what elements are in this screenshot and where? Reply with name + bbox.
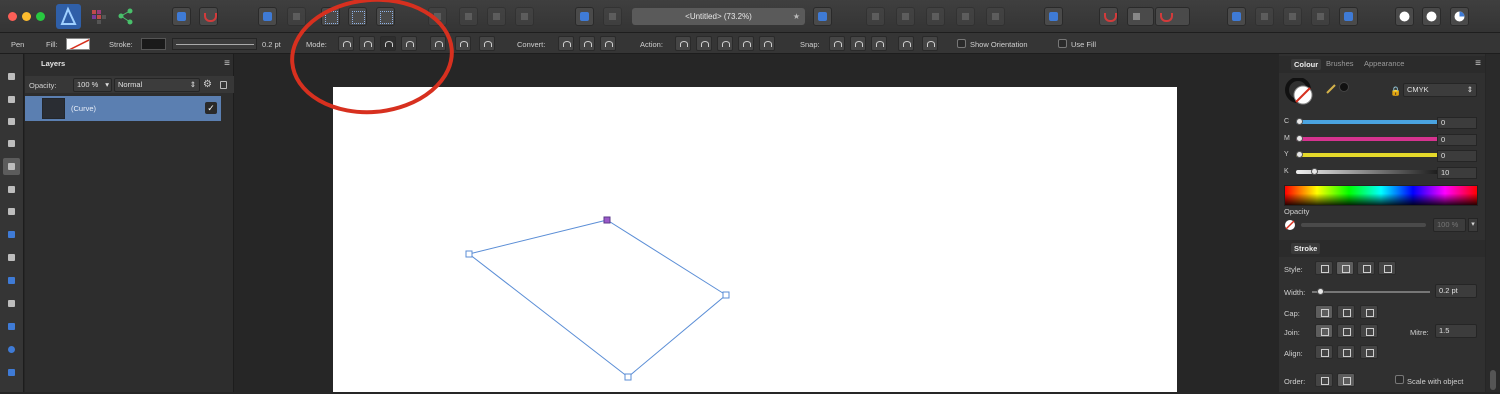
stroke-panel-header: Stroke (1279, 240, 1485, 257)
order-label: Order: (1284, 377, 1306, 386)
mitre-field[interactable]: 1.5 (1435, 324, 1477, 338)
y-label: Y (1284, 151, 1289, 158)
solid-stroke-style-icon[interactable] (1336, 261, 1354, 275)
fill-stroke-selector[interactable] (1285, 77, 1313, 106)
colour-panel-header: Colour Brushes Appearance ≡ (1279, 56, 1485, 73)
colour-model-select[interactable]: CMYK ⇕ (1403, 83, 1477, 97)
lock-icon[interactable]: 🔒 (1390, 86, 1401, 97)
stroke-front-fill-icon[interactable] (1337, 373, 1355, 387)
round-join-icon[interactable] (1337, 324, 1355, 338)
m-slider-knob[interactable] (1296, 135, 1303, 142)
miter-join-icon[interactable] (1315, 324, 1333, 338)
tab-brushes[interactable]: Brushes (1326, 59, 1354, 68)
m-value[interactable]: 0 (1437, 134, 1477, 146)
cap-label: Cap: (1284, 309, 1300, 318)
annotation-overlay (290, 0, 454, 115)
style-label: Style: (1284, 265, 1303, 274)
align-label: Align: (1284, 349, 1303, 358)
no-colour-icon[interactable] (1285, 220, 1295, 230)
bevel-join-icon[interactable] (1360, 324, 1378, 338)
scrollbar-thumb[interactable] (1490, 370, 1496, 390)
k-value[interactable]: 10 (1437, 167, 1477, 179)
opacity-label: Opacity (1284, 207, 1310, 216)
dashed-stroke-style-icon[interactable] (1357, 261, 1375, 275)
width-label: Width: (1284, 288, 1306, 297)
c-slider-knob[interactable] (1296, 118, 1303, 125)
brush-stroke-style-icon[interactable] (1378, 261, 1396, 275)
panel-menu-icon[interactable]: ≡ (1475, 58, 1481, 69)
tab-stroke[interactable]: Stroke (1291, 243, 1321, 254)
c-slider[interactable] (1296, 118, 1446, 125)
y-value[interactable]: 0 (1437, 150, 1477, 162)
stroke-width-field[interactable]: 0.2 pt (1435, 284, 1477, 298)
no-stroke-style-icon[interactable] (1315, 261, 1333, 275)
colour-opacity-field[interactable]: 100 % (1433, 218, 1466, 232)
mitre-label: Mitre: (1410, 328, 1429, 337)
opacity-dropdown-chevron-icon[interactable]: ▾ (1468, 218, 1478, 232)
right-panel-scrollbar[interactable] (1486, 54, 1500, 392)
stroke-behind-fill-icon[interactable] (1315, 373, 1333, 387)
right-panel: Colour Brushes Appearance ≡ 🔒 CMYK ⇕ C 0 … (1279, 54, 1485, 392)
colour-spectrum[interactable] (1284, 185, 1478, 206)
c-label: C (1284, 118, 1290, 125)
c-value[interactable]: 0 (1437, 117, 1477, 129)
square-cap-icon[interactable] (1360, 305, 1378, 319)
tab-appearance[interactable]: Appearance (1364, 59, 1404, 68)
butt-cap-icon[interactable] (1315, 305, 1333, 319)
m-label: M (1284, 135, 1290, 142)
k-label: K (1284, 168, 1289, 175)
y-slider-knob[interactable] (1296, 151, 1303, 158)
current-colour-swatch[interactable] (1339, 82, 1349, 92)
k-slider-knob[interactable] (1311, 168, 1318, 175)
k-slider[interactable] (1296, 168, 1446, 175)
m-slider[interactable] (1296, 135, 1446, 142)
width-slider-knob[interactable] (1317, 288, 1324, 295)
annotation-ellipse (290, 0, 454, 115)
align-inside-icon[interactable] (1315, 345, 1333, 359)
align-center-icon[interactable] (1337, 345, 1355, 359)
opacity-slider[interactable] (1301, 223, 1426, 227)
y-slider[interactable] (1296, 151, 1446, 158)
round-cap-icon[interactable] (1337, 305, 1355, 319)
width-slider[interactable] (1312, 288, 1430, 295)
join-label: Join: (1284, 328, 1300, 337)
scale-with-object-checkbox[interactable] (1395, 375, 1404, 384)
eyedropper-icon[interactable] (1326, 82, 1340, 96)
align-outside-icon[interactable] (1360, 345, 1378, 359)
tab-colour[interactable]: Colour (1291, 59, 1322, 70)
scale-with-object-label: Scale with object (1407, 377, 1464, 386)
